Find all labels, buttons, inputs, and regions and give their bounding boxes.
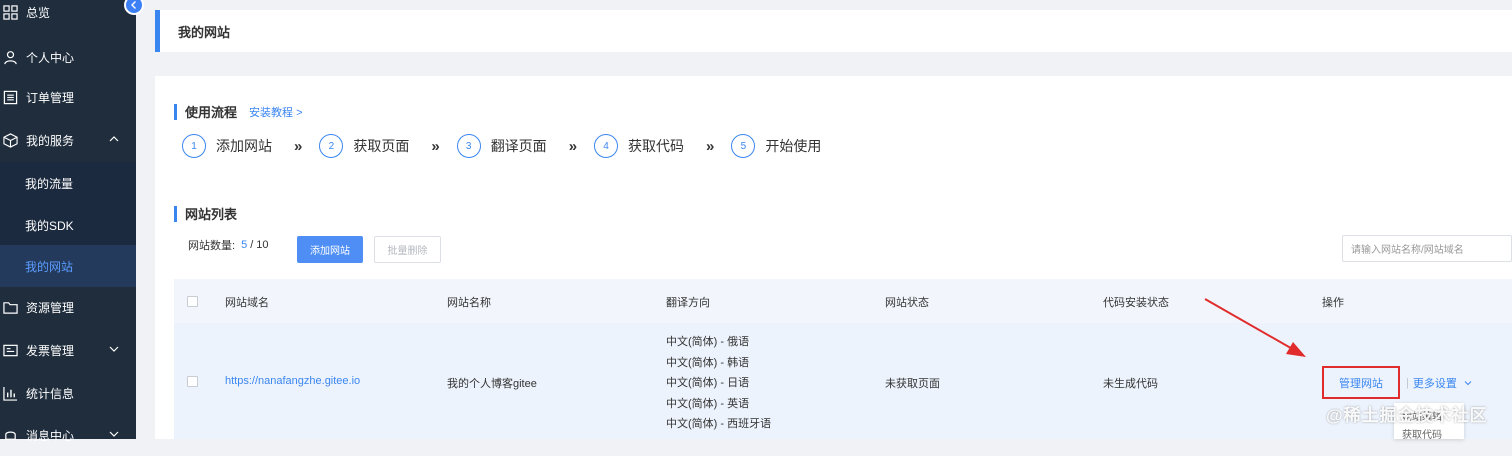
site-domain-link[interactable]: https://nanafangzhe.gitee.io <box>225 375 360 387</box>
user-icon <box>2 49 18 65</box>
sidebar-subitem-sdk[interactable]: 我的SDK <box>0 204 136 246</box>
step-label: 翻译页面 <box>490 138 547 154</box>
double-chevron-icon: » <box>294 137 303 155</box>
invoice-icon <box>2 342 18 358</box>
column-header: 网站名称 <box>447 297 491 309</box>
column-header: 网站域名 <box>225 297 269 309</box>
manage-site-button[interactable]: 管理网站 <box>1322 366 1400 399</box>
chevron-up-icon <box>109 136 119 142</box>
double-chevron-icon: » <box>568 137 578 155</box>
flow-step: 2 获取页面 <box>319 134 409 158</box>
sidebar-item-orders[interactable]: 订单管理 <box>0 76 136 118</box>
flow-step: 1 添加网站 <box>182 134 272 158</box>
box-icon <box>2 132 18 148</box>
double-chevron-icon: » <box>706 137 715 155</box>
step-label: 获取页面 <box>353 138 410 154</box>
column-header: 代码安装状态 <box>1103 297 1169 309</box>
step-number: 2 <box>319 134 344 158</box>
sites-title: 网站列表 <box>185 207 238 222</box>
code-install-status: 未生成代码 <box>1103 378 1158 390</box>
sidebar-item-label: 总览 <box>26 5 51 20</box>
dropdown-item[interactable]: 获取代码 <box>1402 427 1464 439</box>
step-number: 5 <box>731 134 756 158</box>
annotation-arrow <box>1204 298 1306 357</box>
column-header: 网站状态 <box>885 297 929 309</box>
site-count: 网站数量: 5 / 10 <box>188 237 269 253</box>
divider: | <box>1406 377 1409 389</box>
tutorial-link[interactable]: 安装教程 > <box>249 104 302 120</box>
step-label: 开始使用 <box>765 138 822 154</box>
site-count-label: 网站数量: <box>188 240 236 252</box>
translation-direction: 中文(简体) - 日语 <box>666 377 750 390</box>
page-header: 我的网站 <box>155 10 1512 52</box>
double-chevron-icon: » <box>431 137 440 155</box>
chevron-down-icon <box>1464 381 1472 386</box>
sidebar: 总览 个人中心 订单管理 我的服务 我的流量 我的SDK 我的网站 资源管理 发… <box>0 0 144 443</box>
sidebar-item-resources[interactable]: 资源管理 <box>0 286 136 328</box>
sidebar-item-messages[interactable]: 消息中心 <box>0 414 136 456</box>
section-accent-bar <box>174 103 177 120</box>
flow-step: 5 开始使用 <box>731 134 821 158</box>
flow-section-header: 使用流程 安装教程 > <box>174 102 303 121</box>
step-number: 1 <box>182 134 206 158</box>
column-header: 翻译方向 <box>666 297 710 309</box>
sidebar-item-label: 消息中心 <box>26 428 75 443</box>
flow-step: 4 获取代码 <box>594 134 684 158</box>
sidebar-subitem-traffic[interactable]: 我的流量 <box>0 162 136 204</box>
sidebar-item-profile[interactable]: 个人中心 <box>0 36 136 78</box>
flow-steps: 1 添加网站 » 2 获取页面 » 3 翻译页面 » 4 获取代码 » 5 开始… <box>182 134 821 158</box>
sidebar-item-services[interactable]: 我的服务 <box>0 119 136 161</box>
sidebar-item-statistics[interactable]: 统计信息 <box>0 372 136 414</box>
step-number: 4 <box>594 134 619 158</box>
section-accent-bar <box>174 205 177 222</box>
list-icon <box>2 89 18 105</box>
translation-direction: 中文(简体) - 西班牙语 <box>666 418 772 431</box>
sidebar-item-label: 发票管理 <box>26 343 75 358</box>
site-search-input[interactable]: 请输入网站名称/网站域名 <box>1342 235 1512 262</box>
translation-direction: 中文(简体) - 英语 <box>666 397 750 410</box>
site-name: 我的个人博客gitee <box>447 378 537 390</box>
site-count-current: 5 <box>241 239 248 251</box>
step-label: 添加网站 <box>216 138 272 154</box>
more-settings-label: 更多设置 <box>1412 378 1457 390</box>
watermark: @稀土掘金技术社区 <box>1326 406 1488 425</box>
chevron-down-icon <box>109 431 119 437</box>
sidebar-item-label: 订单管理 <box>26 90 75 105</box>
translation-direction: 中文(简体) - 韩语 <box>666 356 750 369</box>
more-settings-button[interactable]: | 更多设置 <box>1406 375 1473 391</box>
bell-icon <box>2 427 18 443</box>
translation-direction: 中文(简体) - 俄语 <box>666 336 750 348</box>
sidebar-collapse-button[interactable] <box>124 0 144 15</box>
sidebar-item-label: 个人中心 <box>26 50 75 65</box>
site-count-total: / 10 <box>250 239 269 251</box>
translation-directions: 中文(简体) - 俄语 中文(简体) - 韩语 中文(简体) - 日语 中文(简… <box>666 332 771 435</box>
flow-step: 3 翻译页面 <box>456 134 547 158</box>
main-panel: 使用流程 安装教程 > 1 添加网站 » 2 获取页面 » 3 翻译页面 » 4… <box>155 76 1512 439</box>
sidebar-item-label: 我的服务 <box>26 133 75 148</box>
sites-section-header: 网站列表 <box>174 204 237 223</box>
page-title: 我的网站 <box>178 24 231 40</box>
sidebar-item-overview[interactable]: 总览 <box>0 0 136 33</box>
sidebar-item-label: 资源管理 <box>26 300 75 315</box>
grid-icon <box>2 4 18 20</box>
folder-icon <box>2 299 18 315</box>
step-label: 获取代码 <box>628 138 685 154</box>
column-header: 操作 <box>1322 297 1344 309</box>
chevron-down-icon <box>109 346 119 352</box>
add-site-button[interactable]: 添加网站 <box>297 236 363 263</box>
select-all-checkbox[interactable] <box>187 296 198 307</box>
batch-delete-button[interactable]: 批量删除 <box>374 236 441 263</box>
chart-icon <box>2 385 18 401</box>
flow-title: 使用流程 <box>185 105 238 120</box>
chevron-left-icon <box>131 1 136 9</box>
sidebar-subitem-my-sites[interactable]: 我的网站 <box>0 245 136 287</box>
sidebar-item-invoices[interactable]: 发票管理 <box>0 329 136 371</box>
site-status: 未获取页面 <box>885 378 940 390</box>
row-checkbox[interactable] <box>187 376 198 387</box>
sidebar-item-label: 统计信息 <box>26 386 75 401</box>
step-number: 3 <box>456 134 481 158</box>
